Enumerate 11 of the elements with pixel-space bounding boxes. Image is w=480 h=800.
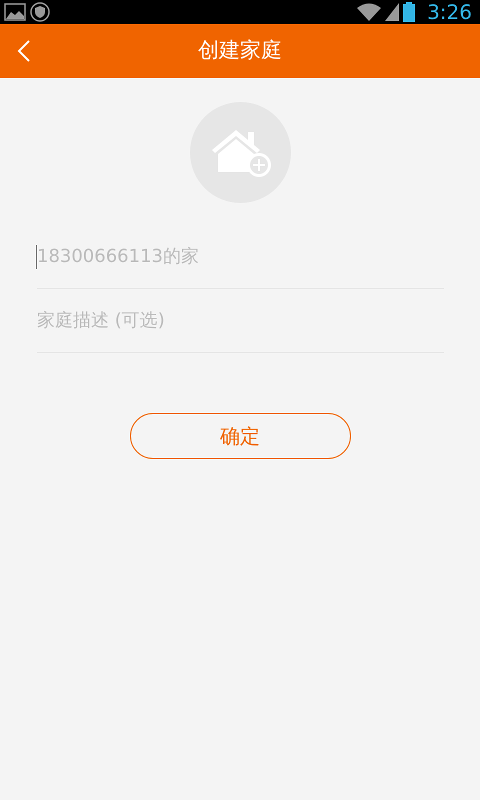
- clock: 3:26: [427, 0, 472, 26]
- input-field[interactable]: 18300666113的家: [37, 225, 444, 289]
- picture-icon: [4, 3, 26, 21]
- input-field[interactable]: 家庭描述 (可选): [37, 289, 444, 353]
- battery-icon: [403, 2, 416, 22]
- wifi-icon: [357, 3, 382, 21]
- confirm-button[interactable]: 确定: [130, 413, 350, 459]
- shield-icon: [30, 2, 50, 22]
- page-title: 创建家庭: [198, 37, 282, 64]
- back-icon: [17, 39, 31, 63]
- signal-icon: [385, 3, 400, 21]
